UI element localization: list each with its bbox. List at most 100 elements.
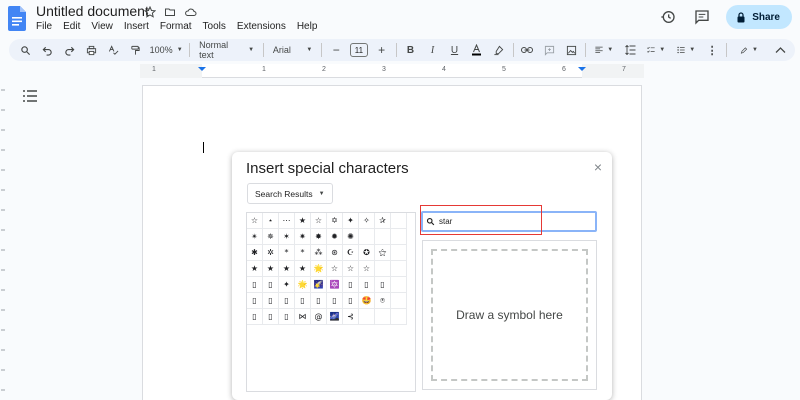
character-cell[interactable]: ✧ [359,213,375,229]
character-cell[interactable]: ✺ [343,229,359,245]
character-cell[interactable]: ☆ [247,213,263,229]
menu-file[interactable]: File [36,21,52,32]
draw-canvas[interactable]: Draw a symbol here [431,249,588,381]
character-cell[interactable]: ⋈ [295,309,311,325]
character-cell[interactable]: ✦ [343,213,359,229]
add-comment-icon[interactable] [541,41,557,59]
hide-menus-icon[interactable] [773,41,789,59]
character-cell[interactable]: ☪ [343,245,359,261]
character-cell[interactable]: ▯ [263,277,279,293]
character-cell[interactable]: ▯ [263,293,279,309]
character-cell[interactable]: 🌠 [311,277,327,293]
character-cell[interactable]: ▯ [343,277,359,293]
vertical-ruler[interactable] [0,80,6,400]
character-cell[interactable]: ★ [263,261,279,277]
character-cell[interactable]: ▯ [247,293,263,309]
increase-font-size-icon[interactable]: + [374,41,390,59]
document-outline-icon[interactable] [23,90,37,102]
character-cell[interactable]: ☆ [359,261,375,277]
character-cell[interactable]: ▯ [375,277,391,293]
character-cell[interactable]: ⊛ [327,245,343,261]
docs-logo-icon[interactable] [8,6,26,31]
font-size-input[interactable]: 11 [350,43,368,57]
character-cell[interactable]: ▯ [247,309,263,325]
character-cell[interactable]: ▯ [295,293,311,309]
character-cell[interactable]: 🔯 [327,277,343,293]
character-cell[interactable]: ✡ [327,213,343,229]
undo-icon[interactable] [39,41,55,59]
character-cell[interactable]: ★ [247,261,263,277]
spellcheck-icon[interactable] [105,41,121,59]
character-cell[interactable]: ⋆ [263,213,279,229]
star-icon[interactable] [143,5,157,19]
cloud-status-icon[interactable] [183,5,197,19]
character-cell[interactable]: ⁂ [311,245,327,261]
character-cell[interactable]: ✦ [279,277,295,293]
character-cell[interactable]: ▯ [343,293,359,309]
character-cell[interactable]: @ [311,309,327,325]
character-cell[interactable]: ⚝ [375,245,391,261]
horizontal-ruler[interactable]: 1 1 2 3 4 5 6 7 [140,64,644,78]
character-cell[interactable]: ▯ [279,309,295,325]
character-cell[interactable]: ✵ [263,229,279,245]
character-cell[interactable]: ☆ [327,261,343,277]
character-cell[interactable]: ▯ [311,293,327,309]
character-cell[interactable]: ✷ [295,229,311,245]
redo-icon[interactable] [61,41,77,59]
highlight-color-icon[interactable] [491,41,507,59]
move-folder-icon[interactable] [163,5,177,19]
paint-format-icon[interactable] [127,41,143,59]
menu-insert[interactable]: Insert [124,21,149,32]
character-cell[interactable]: 🤩 [359,293,375,309]
decrease-font-size-icon[interactable]: − [328,41,344,59]
insert-link-icon[interactable] [519,41,535,59]
checklist-select[interactable]: ▼ [644,41,668,59]
character-cell[interactable]: ✴ [247,229,263,245]
character-cell[interactable]: ✪ [359,245,375,261]
character-cell[interactable]: * [279,245,295,261]
character-cell[interactable]: ✰ [375,213,391,229]
text-color-icon[interactable] [469,41,485,59]
character-cell[interactable]: ▯ [247,277,263,293]
document-title[interactable]: Untitled document [36,3,149,19]
character-cell[interactable]: ⍟ [375,293,391,309]
menu-extensions[interactable]: Extensions [237,21,286,32]
character-cell[interactable]: ★ [295,261,311,277]
zoom-select[interactable]: 100% ▼ [149,41,183,59]
version-history-icon[interactable] [658,7,678,27]
menu-help[interactable]: Help [297,21,318,32]
menu-tools[interactable]: Tools [203,21,226,32]
character-cell[interactable]: ★ [279,261,295,277]
print-icon[interactable] [83,41,99,59]
character-cell[interactable]: ▯ [327,293,343,309]
style-select[interactable]: Normal text ▼ [196,40,257,60]
character-cell[interactable]: ☆ [343,261,359,277]
menu-format[interactable]: Format [160,21,192,32]
category-select[interactable]: Search Results ▼ [247,183,333,204]
character-cell[interactable]: ✲ [263,245,279,261]
align-select[interactable]: ▼ [592,41,616,59]
character-cell[interactable]: * [295,245,311,261]
search-menus-icon[interactable] [17,41,33,59]
character-cell[interactable]: 🌟 [295,277,311,293]
menu-view[interactable]: View [91,21,113,32]
line-spacing-icon[interactable] [622,41,638,59]
bullet-list-select[interactable]: ▼ [674,41,698,59]
underline-icon[interactable]: U [447,41,463,59]
font-select[interactable]: Arial ▼ [270,41,315,59]
character-cell[interactable]: ⊰ [343,309,359,325]
character-cell[interactable]: 🌌 [327,309,343,325]
character-cell[interactable]: ✸ [311,229,327,245]
editing-mode-select[interactable]: ▼ [737,41,761,59]
share-button[interactable]: Share [726,5,792,29]
comments-icon[interactable] [692,7,712,27]
menu-edit[interactable]: Edit [63,21,80,32]
character-cell[interactable]: ▯ [263,309,279,325]
character-cell[interactable]: ⋯ [279,213,295,229]
character-cell[interactable]: ✱ [247,245,263,261]
character-cell[interactable]: ✹ [327,229,343,245]
italic-icon[interactable]: I [425,41,441,59]
more-options-icon[interactable]: ⋮ [704,41,720,59]
draw-area[interactable]: Draw a symbol here [422,240,597,390]
bold-icon[interactable]: B [403,41,419,59]
